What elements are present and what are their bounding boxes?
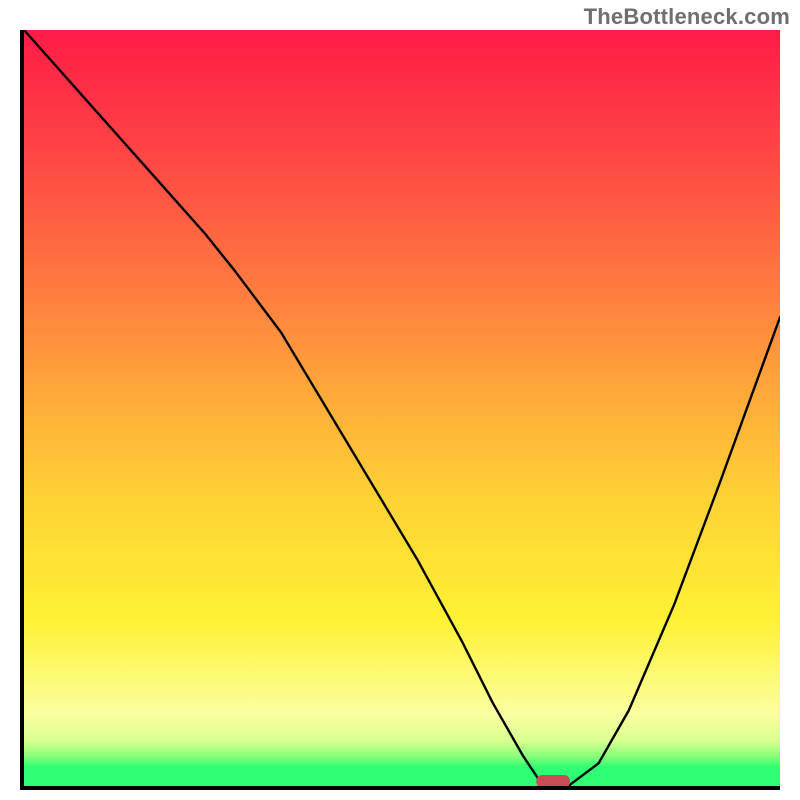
chart-svg	[24, 30, 780, 786]
chart-stage: TheBottleneck.com	[0, 0, 800, 800]
watermark-text: TheBottleneck.com	[584, 4, 790, 30]
optimum-marker	[536, 775, 570, 786]
plot-area	[20, 30, 780, 790]
bottleneck-curve	[24, 30, 780, 786]
